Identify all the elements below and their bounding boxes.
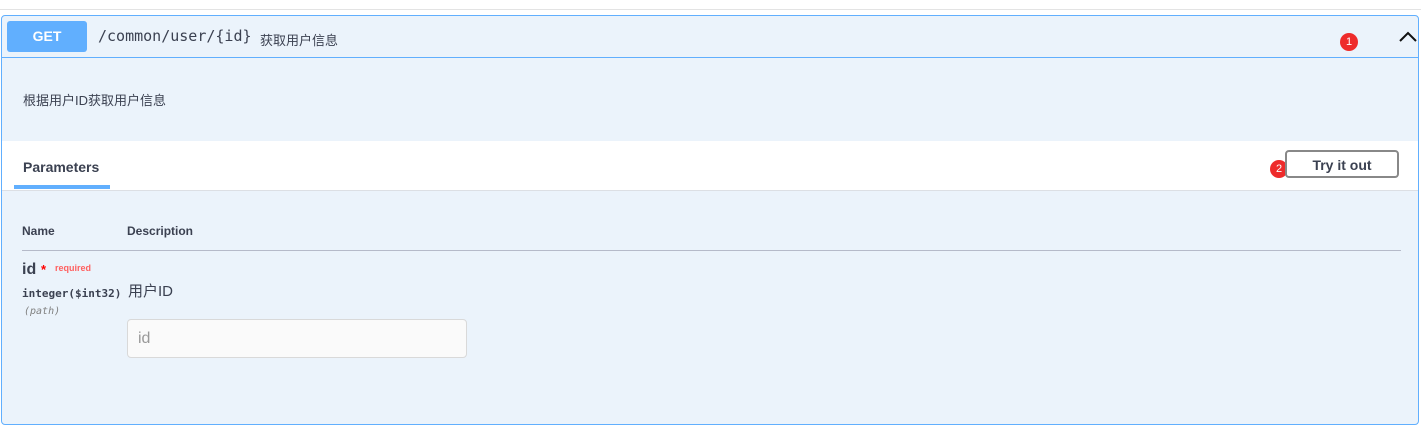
annotation-badge-1: 1 xyxy=(1340,33,1358,51)
parameter-name: id xyxy=(22,261,37,278)
parameter-type: integer($int32) xyxy=(22,287,122,300)
operation-path: /common/user/{id} xyxy=(98,27,252,45)
column-header-name: Name xyxy=(22,224,55,238)
column-header-description: Description xyxy=(127,224,194,238)
parameter-id-input[interactable] xyxy=(127,319,467,358)
parameters-header: Parameters 2 Try it out xyxy=(2,141,1418,191)
table-header-divider xyxy=(22,250,1401,251)
tab-parameters[interactable]: Parameters xyxy=(14,141,110,189)
chevron-up-icon[interactable] xyxy=(1395,26,1418,48)
required-marker: * xyxy=(41,262,47,277)
method-badge: GET xyxy=(7,21,87,52)
tab-parameters-label: Parameters xyxy=(23,159,100,175)
operation-block-get: GET /common/user/{id} 获取用户信息 1 根据用户ID获取用… xyxy=(1,15,1419,425)
operation-summary-text: 获取用户信息 xyxy=(260,33,339,48)
parameter-description: 用户ID xyxy=(128,283,174,300)
operation-description: 根据用户ID获取用户信息 xyxy=(23,93,167,108)
required-label: required xyxy=(55,263,92,273)
top-divider xyxy=(0,9,1421,10)
operation-summary[interactable]: GET /common/user/{id} 获取用户信息 1 xyxy=(2,16,1418,58)
parameter-location: (path) xyxy=(24,306,61,317)
try-it-out-button[interactable]: Try it out xyxy=(1285,150,1399,178)
